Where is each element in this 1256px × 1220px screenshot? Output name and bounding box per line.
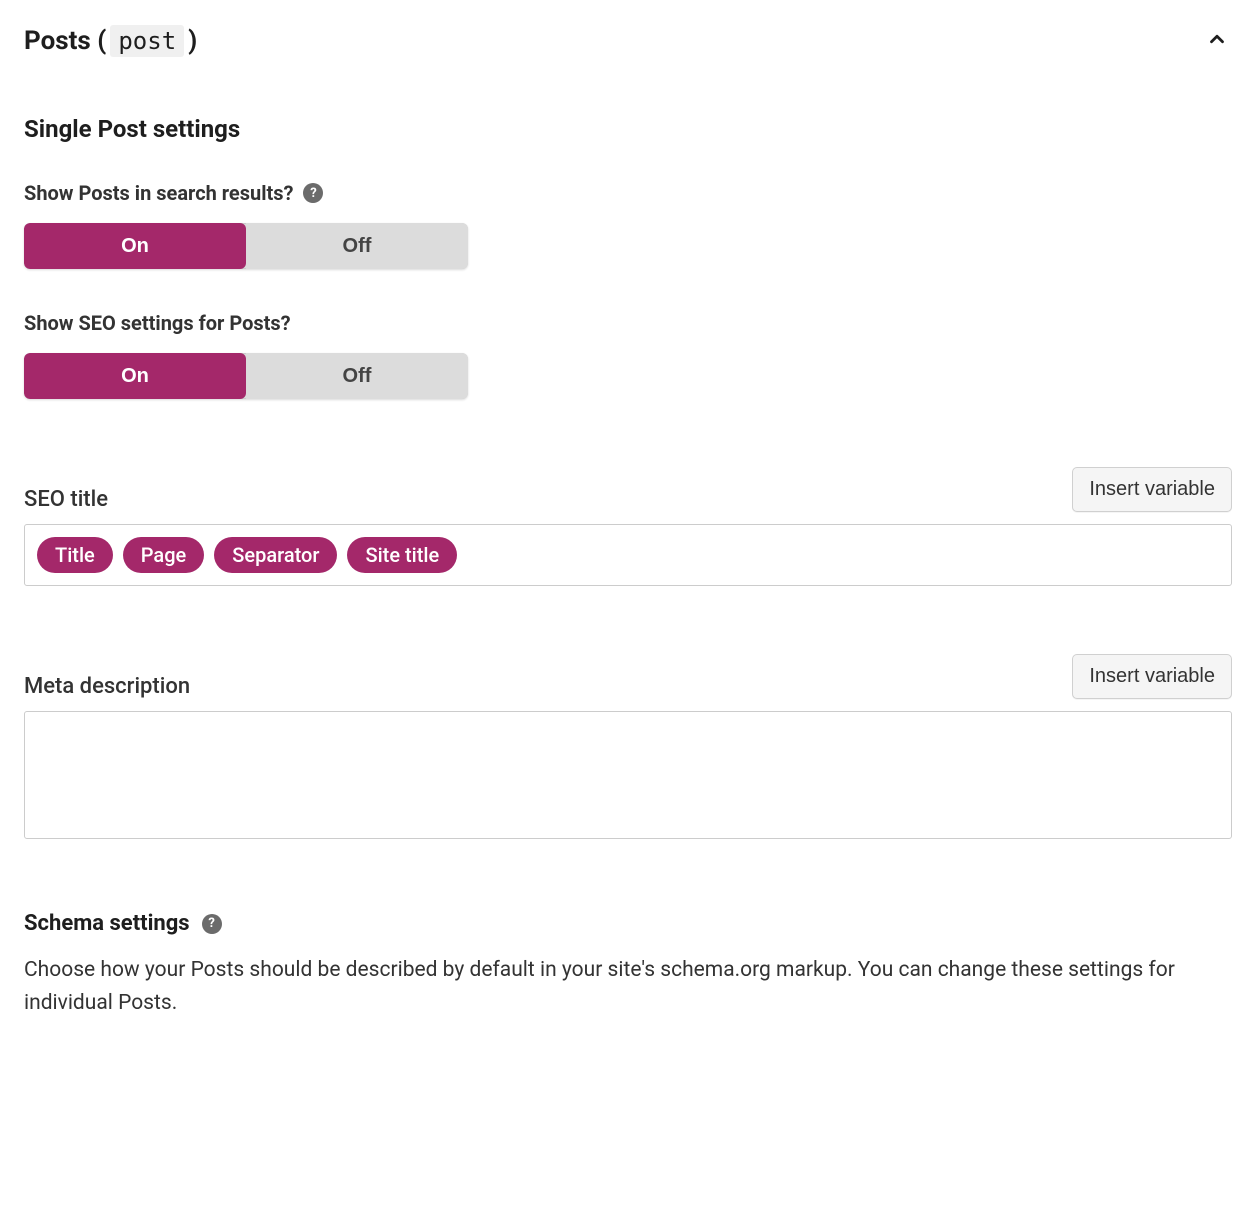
panel-header: Posts ( post ) [24, 24, 1232, 57]
seo-title-section: SEO title Insert variable Title PageSepar… [24, 467, 1232, 586]
show-in-search-off[interactable]: Off [246, 223, 468, 269]
panel-title-suffix: ) [188, 26, 197, 56]
panel-title-prefix: Posts ( [24, 26, 106, 56]
show-seo-settings-label: Show SEO settings for Posts? [24, 311, 291, 335]
collapse-toggle[interactable] [1202, 24, 1232, 57]
seo-title-input[interactable]: Title PageSeparator Site title [24, 524, 1232, 586]
panel-title: Posts ( post ) [24, 25, 197, 57]
seo-title-tag[interactable]: Site title [347, 537, 457, 573]
schema-section: Schema settings ? Choose how your Posts … [24, 911, 1232, 1019]
meta-description-input[interactable] [24, 711, 1232, 839]
help-icon[interactable]: ? [303, 183, 323, 203]
panel-title-code: post [110, 25, 184, 57]
meta-description-section: Meta description Insert variable [24, 654, 1232, 839]
show-seo-settings-setting: Show SEO settings for Posts? On Off [24, 311, 1232, 399]
show-in-search-setting: Show Posts in search results? ? On Off [24, 181, 1232, 269]
help-icon[interactable]: ? [202, 914, 222, 934]
show-in-search-on[interactable]: On [24, 223, 246, 269]
show-seo-settings-toggle: On Off [24, 353, 468, 399]
seo-title-label: SEO title [24, 487, 108, 512]
schema-heading: Schema settings [24, 911, 190, 936]
show-in-search-label: Show Posts in search results? [24, 181, 293, 205]
seo-title-tag[interactable]: Title [37, 537, 113, 573]
schema-description: Choose how your Posts should be describe… [24, 954, 1232, 1019]
seo-title-tag[interactable]: Separator [214, 537, 337, 573]
seo-title-insert-variable-button[interactable]: Insert variable [1072, 467, 1232, 512]
show-in-search-toggle: On Off [24, 223, 468, 269]
show-seo-settings-off[interactable]: Off [246, 353, 468, 399]
seo-title-tag[interactable]: Page [123, 537, 205, 573]
single-post-heading: Single Post settings [24, 115, 1232, 143]
show-seo-settings-on[interactable]: On [24, 353, 246, 399]
chevron-up-icon [1206, 38, 1228, 53]
meta-description-insert-variable-button[interactable]: Insert variable [1072, 654, 1232, 699]
meta-description-label: Meta description [24, 674, 190, 699]
